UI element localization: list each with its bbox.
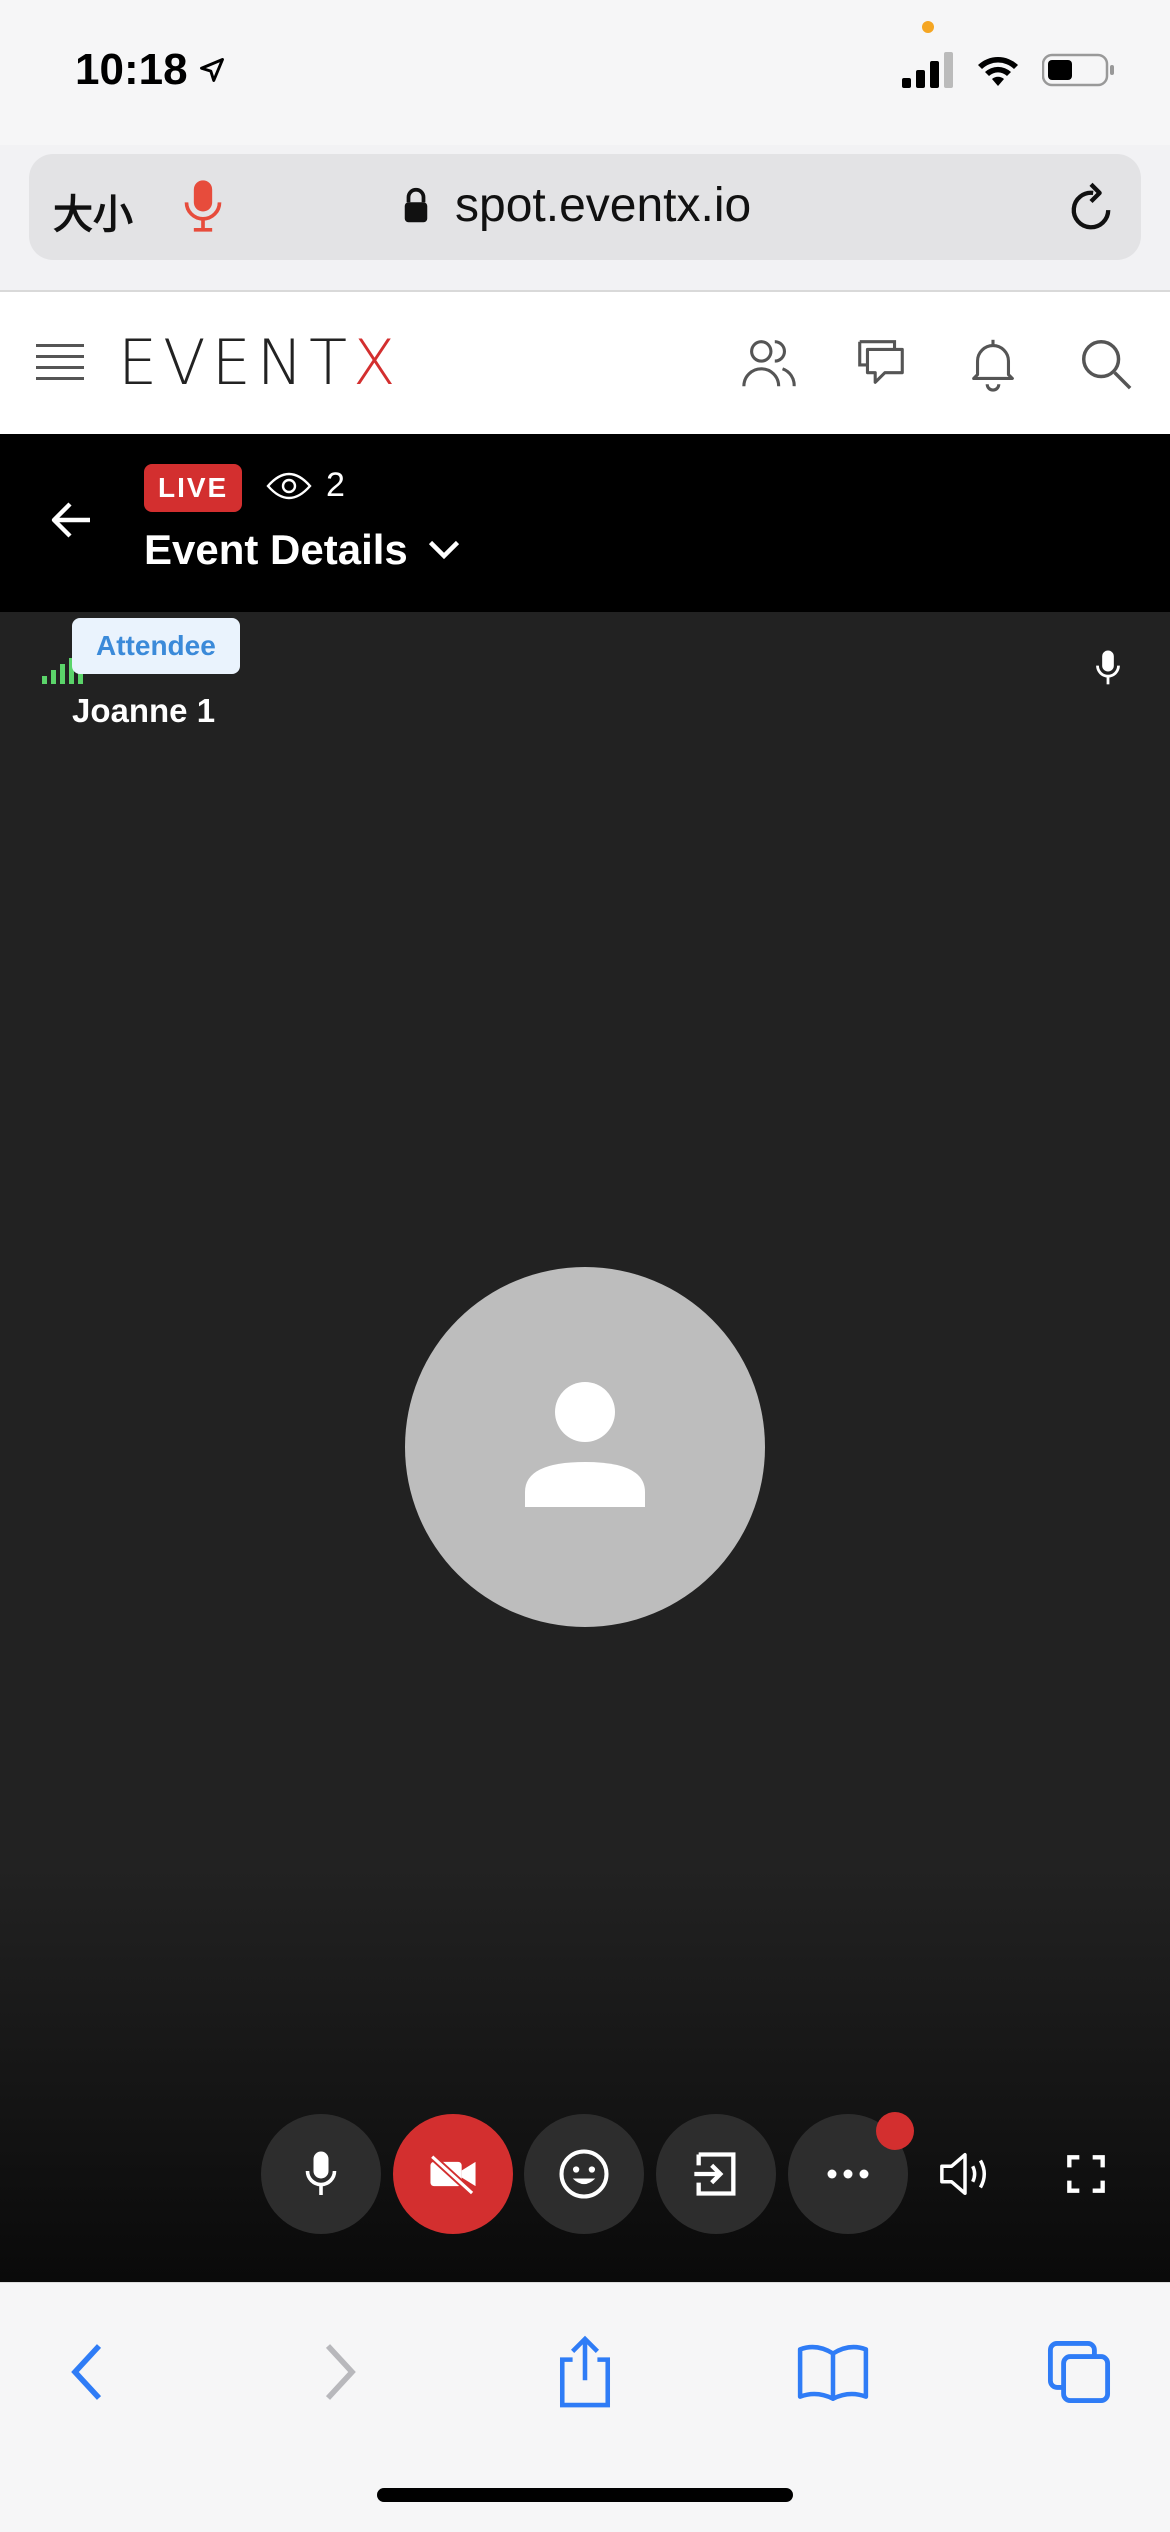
participant-mic-icon bbox=[1094, 648, 1122, 693]
status-icons bbox=[902, 52, 1116, 88]
url-display[interactable]: spot.eventx.io bbox=[401, 178, 751, 233]
person-icon bbox=[525, 1382, 645, 1507]
fullscreen-button[interactable] bbox=[1046, 2114, 1126, 2234]
speaker-icon bbox=[940, 2152, 987, 2196]
video-stage: Attendee Joanne 1 bbox=[0, 612, 1170, 2282]
share-icon bbox=[559, 2335, 611, 2408]
participant-avatar bbox=[405, 1267, 765, 1627]
status-bar: 10:18 bbox=[0, 0, 1170, 145]
wifi-icon bbox=[978, 57, 1018, 86]
lock-icon bbox=[404, 187, 428, 222]
more-options-button[interactable] bbox=[788, 2112, 914, 2234]
speaker-button[interactable] bbox=[925, 2114, 1005, 2234]
tabs-icon bbox=[1047, 2340, 1111, 2404]
chevron-down-icon bbox=[428, 540, 459, 560]
viewer-count: 2 bbox=[266, 466, 345, 505]
bookmarks-button[interactable] bbox=[788, 2327, 878, 2417]
notification-dot bbox=[876, 2112, 914, 2150]
url-text: spot.eventx.io bbox=[455, 179, 752, 232]
bell-icon[interactable] bbox=[964, 334, 1022, 392]
fullscreen-icon bbox=[1067, 2155, 1105, 2193]
reactions-button[interactable] bbox=[524, 2114, 644, 2234]
chevron-right-icon bbox=[325, 2344, 356, 2400]
privacy-indicator-dot bbox=[922, 21, 934, 33]
menu-icon[interactable] bbox=[36, 344, 84, 388]
share-button[interactable] bbox=[540, 2327, 630, 2417]
back-arrow-icon[interactable] bbox=[48, 496, 96, 549]
location-arrow-icon bbox=[199, 58, 224, 82]
role-badge: Attendee bbox=[72, 618, 240, 674]
event-title: Event Details bbox=[144, 526, 408, 573]
video-off-icon bbox=[429, 2154, 476, 2196]
address-bar[interactable]: 大小 spot.eventx.io bbox=[29, 154, 1141, 260]
call-controls bbox=[0, 2112, 1170, 2234]
tabs-button[interactable] bbox=[1034, 2327, 1124, 2417]
viewer-count-value: 2 bbox=[326, 466, 345, 504]
cellular-signal-icon bbox=[902, 52, 953, 88]
event-details-dropdown[interactable]: Event Details bbox=[144, 526, 462, 574]
people-icon[interactable] bbox=[740, 334, 798, 392]
reload-icon[interactable] bbox=[1065, 180, 1117, 241]
eye-icon bbox=[266, 472, 312, 499]
search-icon[interactable] bbox=[1076, 334, 1134, 392]
more-dots-icon bbox=[827, 2169, 869, 2179]
smiley-icon bbox=[559, 2149, 609, 2199]
battery-icon bbox=[1042, 53, 1114, 87]
leave-button[interactable] bbox=[656, 2114, 776, 2234]
live-badge: LIVE bbox=[144, 464, 243, 512]
book-icon bbox=[797, 2344, 869, 2401]
header-icons bbox=[740, 334, 1134, 392]
app-header: EVENTX bbox=[0, 292, 1170, 434]
participant-name: Joanne 1 bbox=[72, 692, 216, 729]
browser-forward-button[interactable] bbox=[295, 2327, 385, 2417]
clock: 10:18 bbox=[75, 45, 188, 94]
mic-button[interactable] bbox=[261, 2114, 381, 2234]
text-size-button[interactable]: 大小 bbox=[53, 182, 133, 240]
eventx-logo[interactable]: EVENTX bbox=[118, 326, 402, 399]
event-bar: LIVE 2 Event Details bbox=[0, 434, 1170, 612]
chevron-left-icon bbox=[71, 2344, 102, 2400]
browser-back-button[interactable] bbox=[42, 2327, 132, 2417]
voice-search-mic-icon[interactable] bbox=[181, 176, 225, 241]
camera-off-button[interactable] bbox=[393, 2114, 513, 2234]
chat-icon[interactable] bbox=[852, 334, 910, 392]
status-time: 10:18 bbox=[75, 45, 226, 95]
exit-icon bbox=[694, 2152, 736, 2196]
home-indicator bbox=[377, 2488, 793, 2502]
microphone-icon bbox=[305, 2151, 337, 2195]
